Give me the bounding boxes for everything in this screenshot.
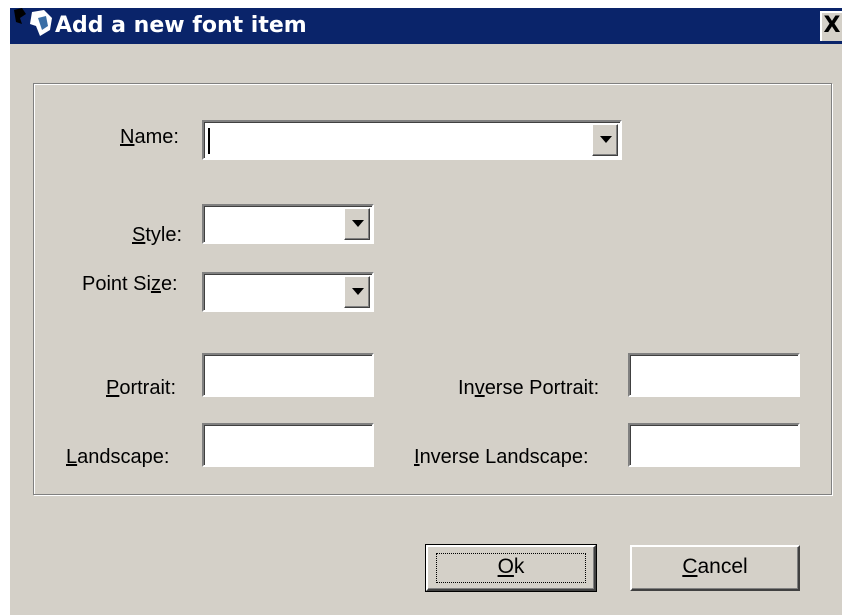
name-combobox[interactable] <box>202 120 622 160</box>
add-font-dialog: Add a new font item X Name: Style: Point… <box>10 8 842 615</box>
inverse-landscape-label: Inverse Landscape: <box>414 446 589 468</box>
chevron-down-icon <box>352 288 364 295</box>
app-icon <box>12 8 56 38</box>
point-size-label: Point Size: <box>82 273 178 295</box>
portrait-input[interactable] <box>202 353 374 397</box>
title-bar[interactable]: Add a new font item X <box>10 8 842 44</box>
point-size-combobox[interactable] <box>202 272 374 312</box>
style-dropdown-button[interactable] <box>344 208 370 240</box>
name-dropdown-button[interactable] <box>592 124 618 156</box>
focus-rectangle <box>436 553 586 583</box>
style-label: Style: <box>132 224 183 246</box>
ok-button[interactable]: Ok <box>425 544 597 592</box>
inverse-portrait-label: Inverse Portrait: <box>458 377 600 399</box>
inverse-landscape-input[interactable] <box>628 423 800 467</box>
chevron-down-icon <box>352 220 364 227</box>
text-caret <box>208 128 210 154</box>
landscape-input[interactable] <box>202 423 374 467</box>
landscape-label: Landscape: <box>66 446 170 468</box>
name-label: Name: <box>120 126 179 148</box>
style-combobox[interactable] <box>202 204 374 244</box>
chevron-down-icon <box>600 136 612 143</box>
cancel-button[interactable]: Cancel <box>630 545 800 591</box>
close-icon: X <box>823 13 841 38</box>
portrait-label: Portrait: <box>106 377 177 399</box>
window-title: Add a new font item <box>55 13 307 38</box>
inverse-portrait-input[interactable] <box>628 353 800 397</box>
point-size-dropdown-button[interactable] <box>344 276 370 308</box>
close-button[interactable]: X <box>820 11 842 41</box>
